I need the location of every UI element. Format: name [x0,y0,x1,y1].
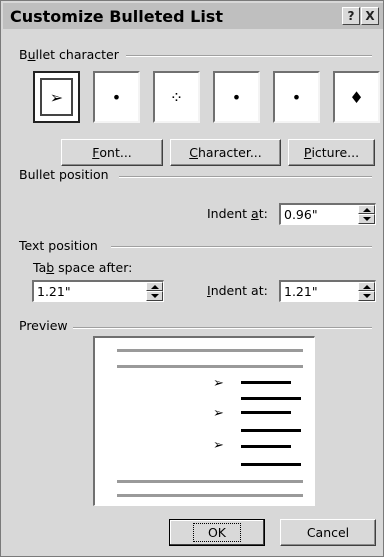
diamond-bullet-icon: ♦ [349,87,364,107]
dot-bullet-icon: • [111,87,122,107]
bullet-position-label: Bullet position [19,167,109,182]
bullet-option-5[interactable]: • [273,71,320,123]
bullet-option-6[interactable]: ♦ [333,71,380,123]
bullet-option-2[interactable]: • [93,71,140,123]
character-button[interactable]: Character... [170,139,281,166]
ok-button-label: OK [192,523,242,542]
tab-space-after-spinner[interactable]: 1.21" [32,280,164,302]
preview-divider [73,327,372,329]
ok-button[interactable]: OK [169,519,265,546]
text-indent-up-arrow-icon[interactable] [358,282,375,291]
tab-space-down-arrow-icon[interactable] [146,291,163,301]
preview-text-line [241,445,291,448]
bullet-indent-up-arrow-icon[interactable] [358,205,375,214]
picture-button[interactable]: Picture... [288,139,375,166]
tab-space-after-value[interactable]: 1.21" [37,284,71,299]
tab-space-up-arrow-icon[interactable] [146,282,163,291]
font-button[interactable]: Font... [61,139,163,166]
preview-text-line [241,397,301,400]
preview-gray-line [117,494,303,497]
dialog-title: Customize Bulleted List [10,7,223,26]
text-indent-spinner[interactable]: 1.21" [279,280,376,302]
preview-text-line [241,411,291,414]
help-button[interactable]: ? [342,7,360,25]
tab-space-after-label: Tab space after: [33,260,133,275]
bullet-indent-value[interactable]: 0.96" [284,207,318,222]
preview-text-line [241,429,301,432]
title-bar[interactable]: Customize Bulleted List ? X [3,3,383,29]
bullet-indent-label: Indent at: [207,206,268,221]
bullet-indent-down-arrow-icon[interactable] [358,214,375,224]
text-position-label: Text position [19,238,98,253]
preview-arrow-bullet-icon: ➢ [213,376,224,391]
cancel-button[interactable]: Cancel [280,519,376,546]
text-indent-value[interactable]: 1.21" [284,284,318,299]
bullet-option-1[interactable]: ➢ [33,71,80,123]
preview-gray-line [117,365,303,368]
preview-label: Preview [19,318,68,333]
preview-arrow-bullet-icon: ➢ [213,438,224,453]
preview-arrow-bullet-icon: ➢ [213,406,224,421]
preview-gray-line [117,480,303,483]
dot-bullet-icon: • [291,87,302,107]
bullet-option-4[interactable]: • [213,71,260,123]
close-button[interactable]: X [361,7,379,25]
preview-pane: ➢ ➢ ➢ [93,336,315,506]
preview-text-line [241,463,301,466]
bullet-character-divider [126,55,372,57]
customize-bulleted-list-dialog: Customize Bulleted List ? X Bullet chara… [0,0,384,557]
bullet-character-label: Bullet character [19,47,119,62]
text-position-divider [111,246,372,248]
bullet-position-divider [119,176,372,178]
four-dot-bullet-icon: ⁘ [169,87,184,107]
arrow-bullet-icon: ➢ [49,87,64,107]
text-indent-down-arrow-icon[interactable] [358,291,375,301]
text-indent-label: Indent at: [207,283,268,298]
preview-gray-line [117,349,303,352]
bullet-indent-spinner[interactable]: 0.96" [279,203,376,225]
preview-text-line [241,381,291,384]
bullet-option-3[interactable]: ⁘ [153,71,200,123]
dot-bullet-icon: • [231,87,242,107]
